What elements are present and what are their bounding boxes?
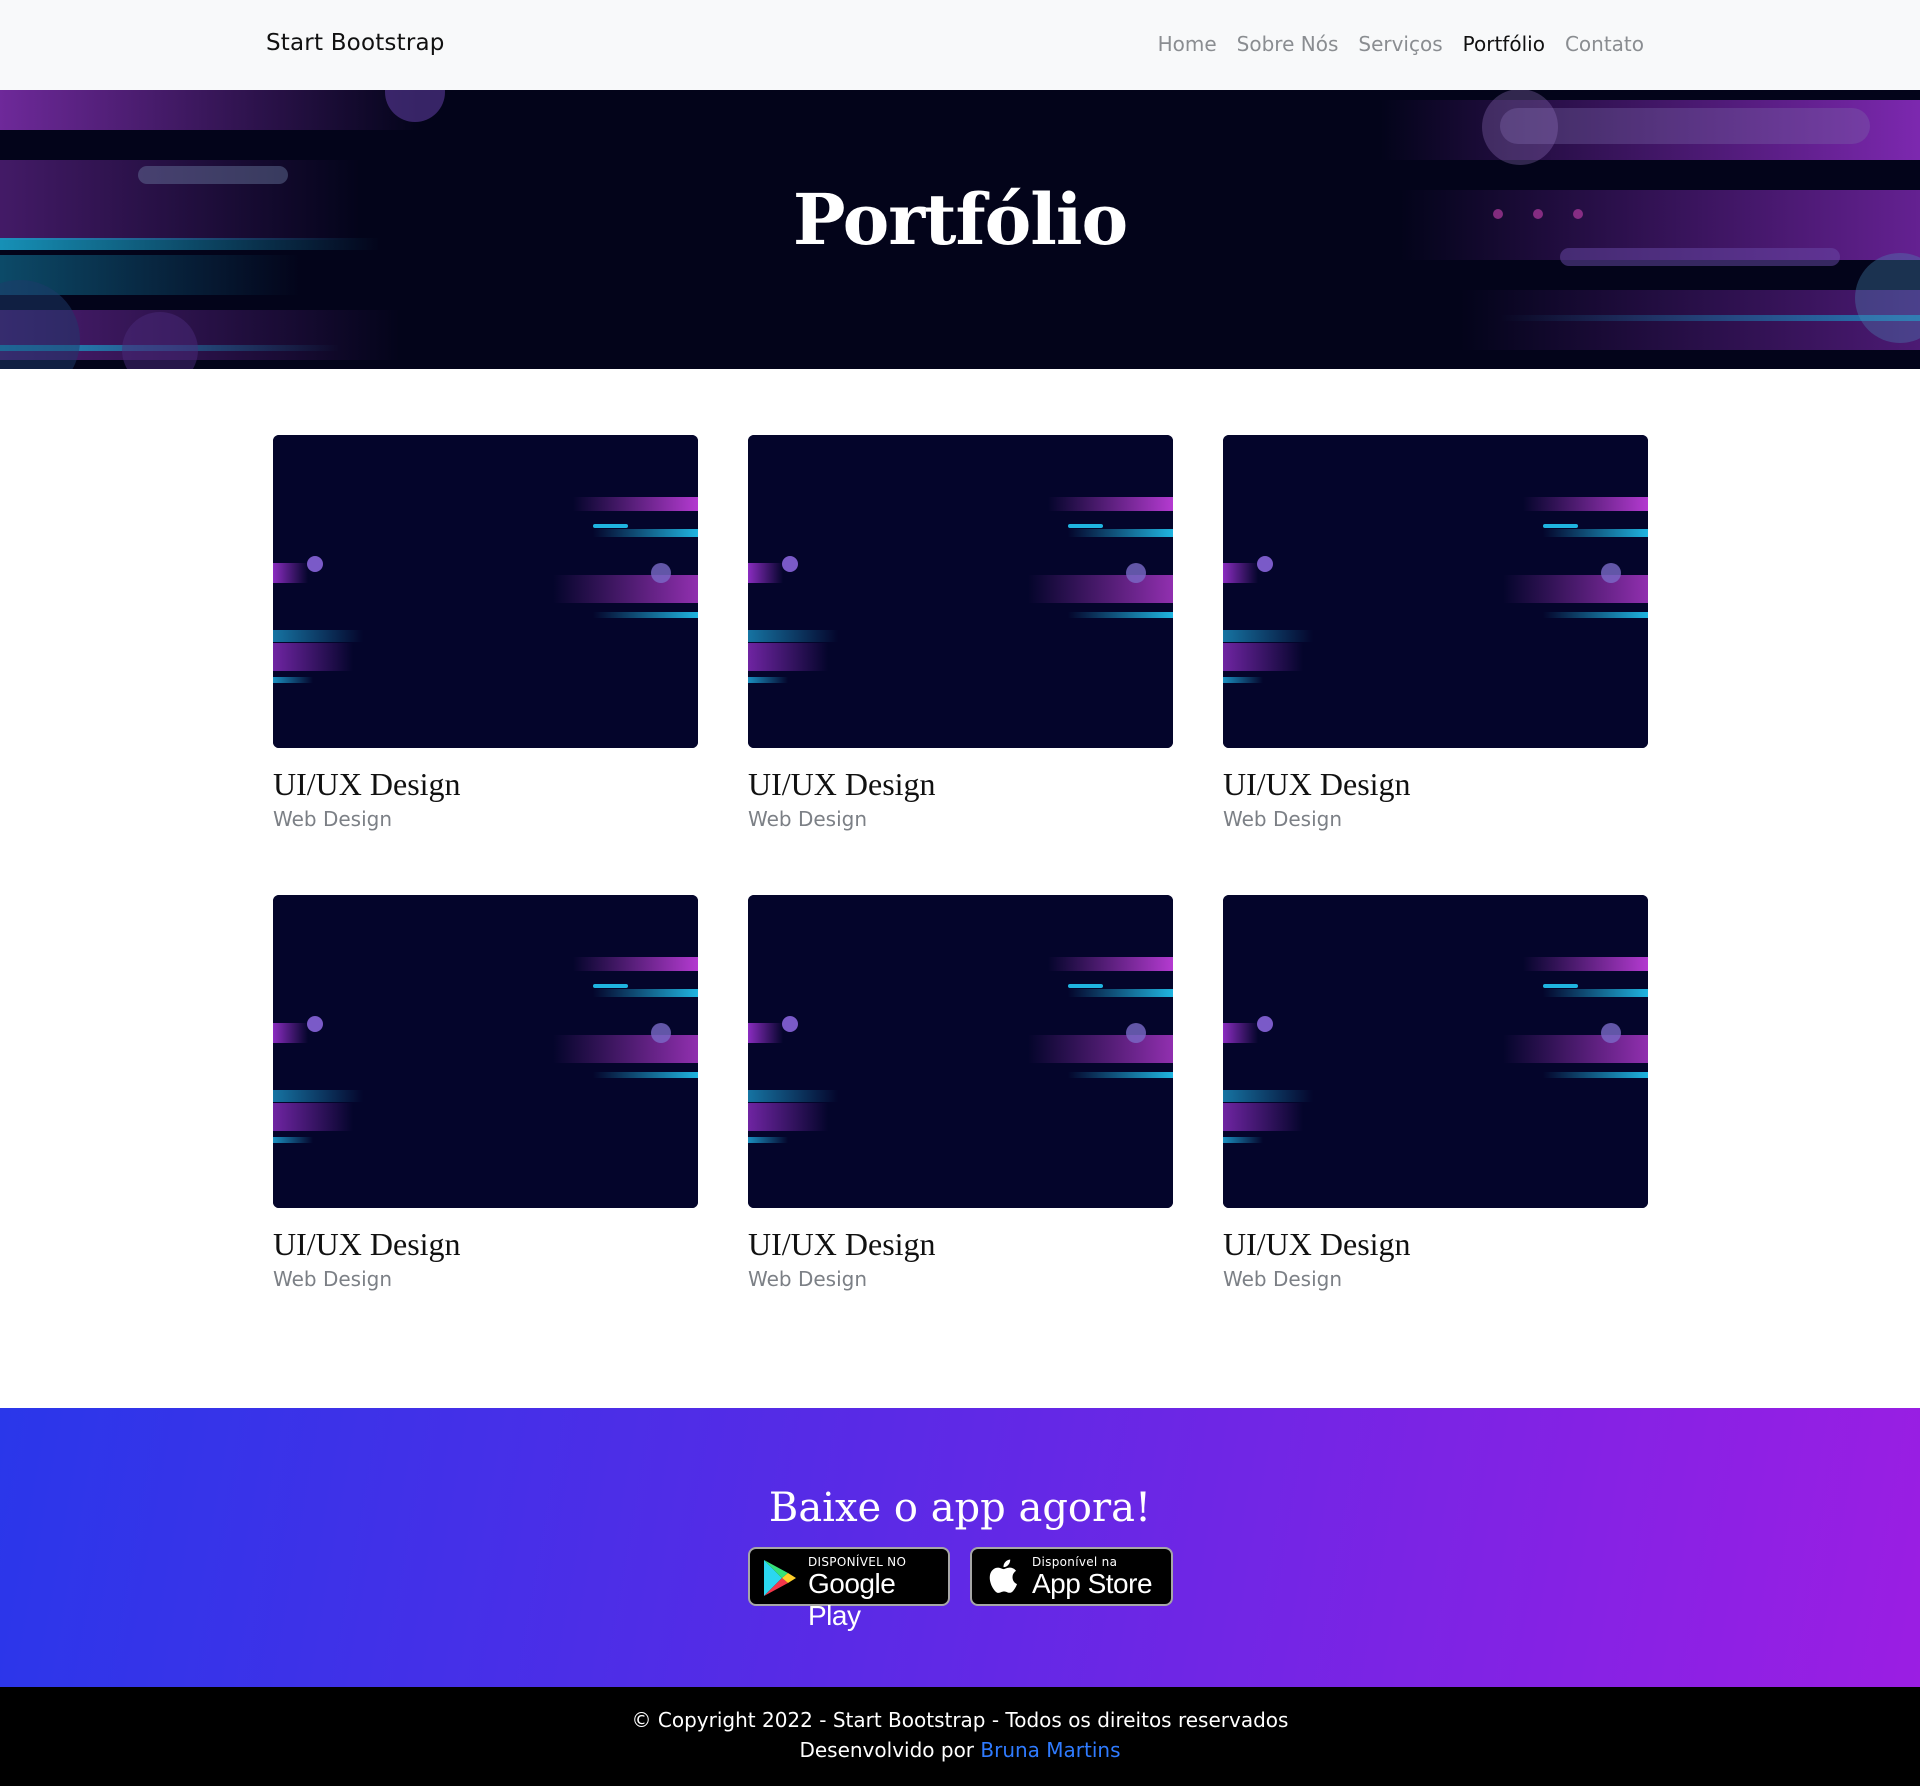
portfolio-item-title: UI/UX Design xyxy=(1223,1226,1411,1262)
nav-item-contato: Contato xyxy=(1565,32,1644,56)
google-play-caption: DISPONÍVEL NO xyxy=(808,1555,907,1569)
page-title: Portfólio xyxy=(792,178,1128,261)
app-store-caption: Disponível na xyxy=(1032,1555,1118,1569)
footer-copyright: © Copyright 2022 - Start Bootstrap - Tod… xyxy=(631,1708,1289,1732)
portfolio-image xyxy=(748,435,1173,748)
app-download-section: Baixe o app agora! DISPONÍVEL NO Google … xyxy=(0,1408,1920,1687)
portfolio-thumbnail[interactable] xyxy=(748,435,1173,748)
portfolio-item[interactable]: UI/UX Design Web Design xyxy=(273,895,698,1291)
nav-item-portfolio: Portfólio xyxy=(1463,32,1545,56)
nav-menu: Home Sobre Nós Serviços Portfólio Contat… xyxy=(1158,32,1644,56)
portfolio-item-category: Web Design xyxy=(1223,1267,1343,1291)
nav-link-sobre-nos[interactable]: Sobre Nós xyxy=(1237,32,1339,56)
portfolio-item[interactable]: UI/UX Design Web Design xyxy=(1223,435,1648,831)
portfolio-item-category: Web Design xyxy=(273,807,393,831)
nav-link-portfolio[interactable]: Portfólio xyxy=(1463,32,1545,56)
portfolio-item-category: Web Design xyxy=(748,1267,868,1291)
author-link[interactable]: Bruna Martins xyxy=(980,1738,1120,1762)
portfolio-thumbnail[interactable] xyxy=(273,895,698,1208)
portfolio-item-title: UI/UX Design xyxy=(748,1226,936,1262)
portfolio-item-title: UI/UX Design xyxy=(273,766,461,802)
portfolio-item-category: Web Design xyxy=(273,1267,393,1291)
portfolio-thumbnail[interactable] xyxy=(1223,895,1648,1208)
portfolio-thumbnail[interactable] xyxy=(1223,435,1648,748)
portfolio-item[interactable]: UI/UX Design Web Design xyxy=(1223,895,1648,1291)
google-play-icon xyxy=(762,1559,798,1602)
nav-link-contato[interactable]: Contato xyxy=(1565,32,1644,56)
apple-icon xyxy=(988,1557,1018,1600)
google-play-label: Google Play xyxy=(808,1568,896,1631)
portfolio-image xyxy=(748,895,1173,1208)
footer: © Copyright 2022 - Start Bootstrap - Tod… xyxy=(0,1687,1920,1786)
portfolio-item-category: Web Design xyxy=(1223,807,1343,831)
hero-banner: Portfólio xyxy=(0,90,1920,369)
footer-credit: Desenvolvido por Bruna Martins xyxy=(0,1738,1920,1762)
nav-link-servicos[interactable]: Serviços xyxy=(1358,32,1442,56)
portfolio-image xyxy=(273,435,698,748)
portfolio-item-title: UI/UX Design xyxy=(1223,766,1411,802)
app-store-button[interactable]: Disponível na App Store xyxy=(970,1547,1173,1606)
navbar: Start Bootstrap Home Sobre Nós Serviços … xyxy=(0,0,1920,90)
portfolio-item-title: UI/UX Design xyxy=(273,1226,461,1262)
portfolio-thumbnail[interactable] xyxy=(748,895,1173,1208)
google-play-button[interactable]: DISPONÍVEL NO Google Play xyxy=(748,1547,950,1631)
nav-item-home: Home xyxy=(1158,32,1217,56)
portfolio-image xyxy=(1223,895,1648,1208)
nav-link-home[interactable]: Home xyxy=(1158,32,1217,56)
portfolio-item[interactable]: UI/UX Design Web Design xyxy=(748,895,1173,1291)
nav-item-servicos: Serviços xyxy=(1358,32,1442,56)
portfolio-item-category: Web Design xyxy=(748,807,868,831)
portfolio-item[interactable]: UI/UX Design Web Design xyxy=(273,435,698,831)
portfolio-item-title: UI/UX Design xyxy=(748,766,936,802)
portfolio-image xyxy=(1223,435,1648,748)
portfolio-thumbnail[interactable] xyxy=(273,435,698,748)
app-download-title: Baixe o app agora! xyxy=(768,1485,1152,1531)
portfolio-item[interactable]: UI/UX Design Web Design xyxy=(748,435,1173,831)
brand-link[interactable]: Start Bootstrap xyxy=(266,30,445,56)
footer-developed-by: Desenvolvido por xyxy=(799,1738,975,1762)
nav-item-sobre: Sobre Nós xyxy=(1237,32,1339,56)
portfolio-image xyxy=(273,895,698,1208)
app-store-label: App Store xyxy=(1032,1568,1153,1599)
